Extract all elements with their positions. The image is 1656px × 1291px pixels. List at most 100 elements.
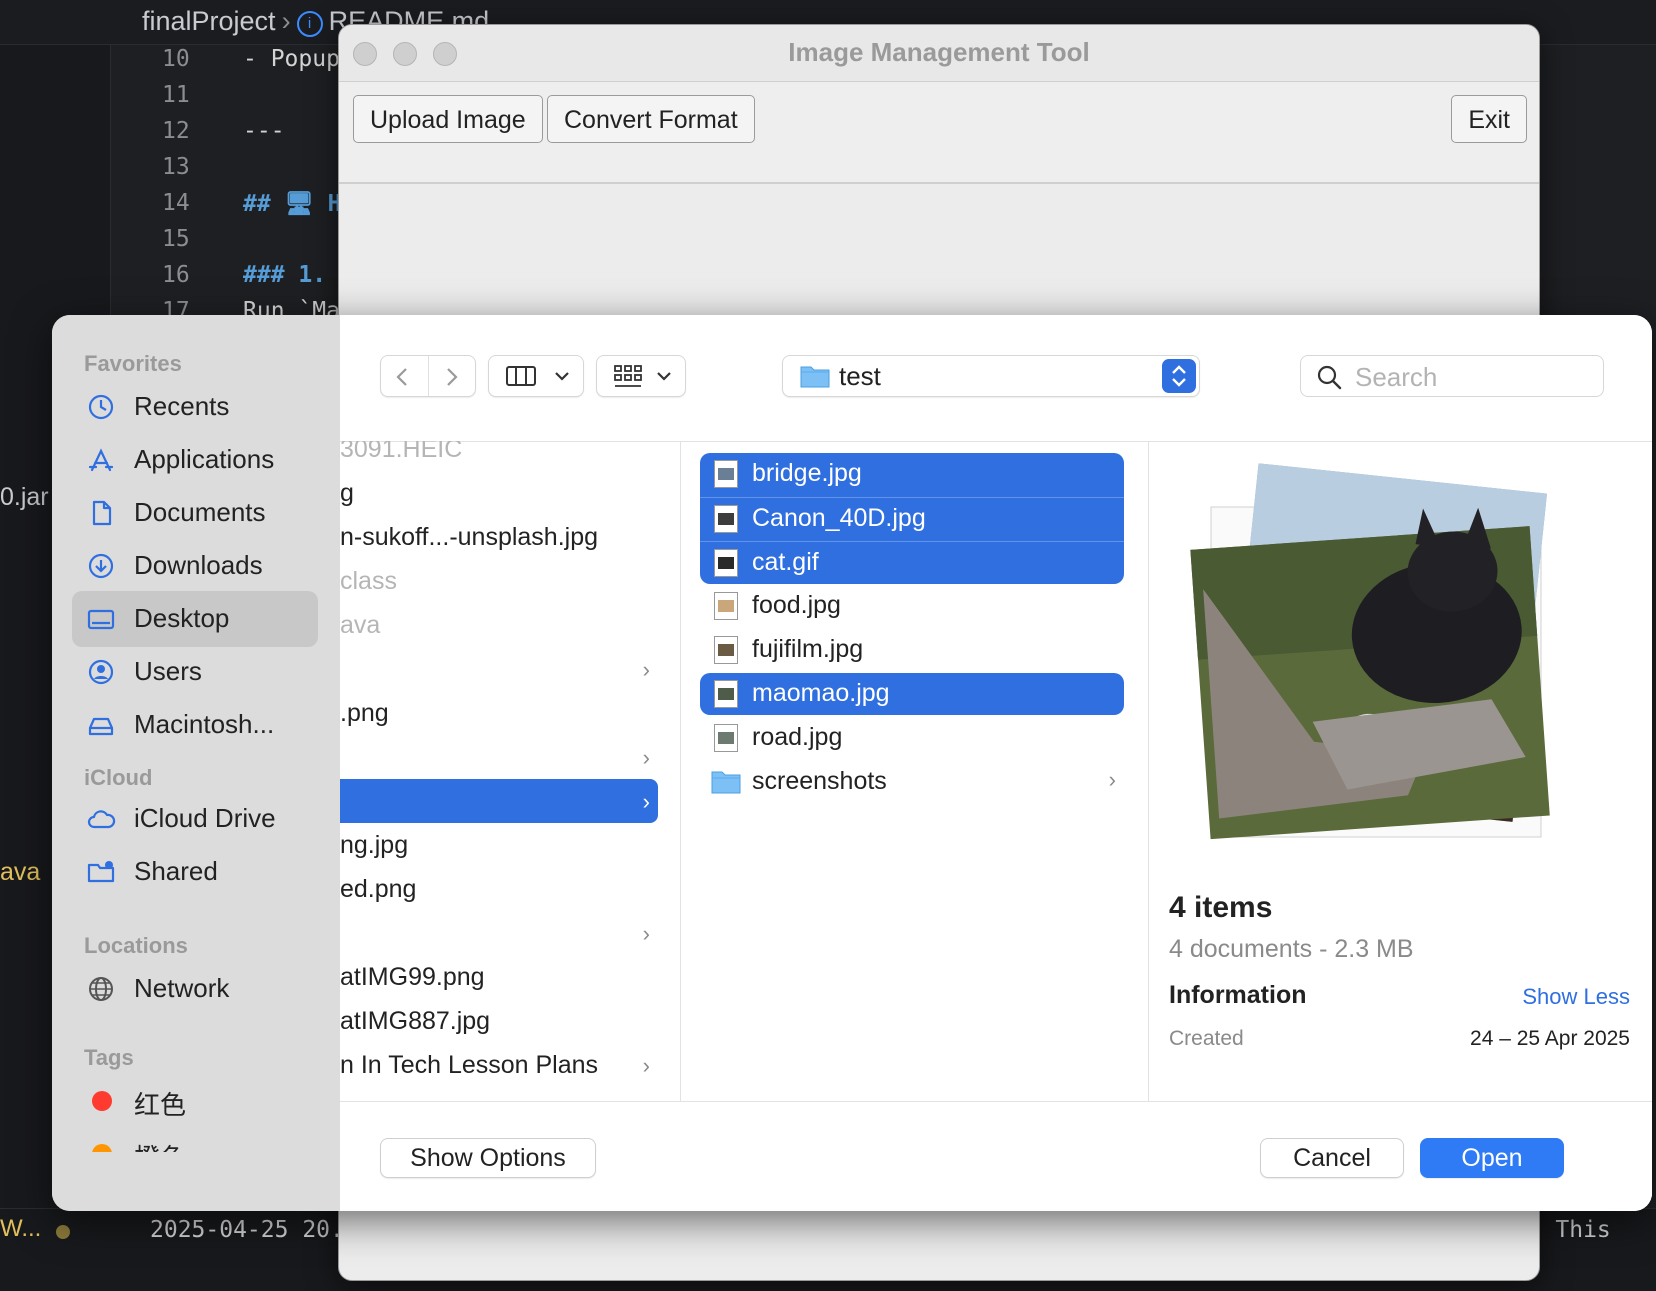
list-item-label: ava [340, 611, 381, 639]
grid-group-icon [614, 365, 642, 387]
search-field[interactable]: Search [1300, 355, 1604, 397]
list-item[interactable]: › [340, 735, 658, 779]
list-item[interactable]: n In Tech Lesson Plans › [340, 1043, 658, 1087]
tags-header: Tags [84, 1045, 134, 1070]
list-item[interactable]: g [340, 471, 658, 515]
sidebar-item-users[interactable]: Users [72, 644, 318, 700]
open-file-dialog: Favorites Recents Applications Documents… [52, 315, 1652, 1211]
show-options-button[interactable]: Show Options [380, 1138, 596, 1178]
tag-dot-icon [92, 1144, 112, 1152]
file-name: bridge.jpg [752, 459, 862, 487]
sidebar-item-network[interactable]: Network [72, 961, 318, 1017]
chevron-right-icon: › [1108, 767, 1116, 792]
nav-buttons [380, 355, 476, 397]
explorer-fragment: 0.jar [0, 483, 49, 511]
sidebar-item-tag-red[interactable]: 红色 [72, 1073, 318, 1129]
file-row[interactable]: road.jpg [700, 717, 1124, 759]
sidebar-item-shared[interactable]: Shared [72, 844, 318, 900]
file-row[interactable]: food.jpg [700, 585, 1124, 627]
file-row[interactable]: fujifilm.jpg [700, 629, 1124, 671]
list-item-label: atIMG99.png [340, 963, 485, 991]
icloud-header: iCloud [84, 765, 153, 790]
line-number: 13 [162, 154, 190, 180]
file-name: Canon_40D.jpg [752, 504, 926, 532]
chevron-right-icon[interactable] [439, 365, 463, 389]
sidebar-item-recents[interactable]: Recents [72, 379, 318, 435]
search-icon [1317, 365, 1342, 390]
info-icon: i [296, 11, 323, 37]
convert-format-button[interactable]: Convert Format [547, 95, 755, 143]
file-name: road.jpg [752, 723, 843, 751]
window-title: Image Management Tool [788, 37, 1090, 67]
favorites-header: Favorites [84, 351, 182, 376]
status-fragment: W... [0, 1215, 42, 1242]
location-label: test [839, 361, 881, 391]
file-row[interactable]: Canon_40D.jpg [700, 497, 1124, 542]
sidebar-item-macintosh-hd[interactable]: Macintosh... [72, 697, 318, 753]
explorer-fragment-java: ava [0, 858, 41, 886]
chevron-right-icon: › [642, 1053, 650, 1078]
list-item[interactable]: .png [340, 691, 658, 735]
breadcrumb-root[interactable]: finalProject [142, 6, 276, 36]
folder-icon [711, 771, 741, 794]
sidebar-item-tag-orange[interactable]: 橙色 [72, 1126, 318, 1152]
sidebar-item-icloud-drive[interactable]: iCloud Drive [72, 791, 318, 847]
file-row[interactable]: bridge.jpg [700, 453, 1124, 497]
open-button[interactable]: Open [1420, 1138, 1564, 1178]
line-number: 16 [162, 262, 190, 288]
sidebar-item-label: Downloads [134, 550, 263, 580]
list-item[interactable]: 3091.HEIC [340, 441, 658, 471]
upload-image-button[interactable]: Upload Image [353, 95, 543, 143]
group-by-button[interactable] [596, 355, 686, 397]
line-number: 15 [162, 226, 190, 252]
image-file-icon [714, 505, 738, 533]
list-item[interactable]: › [340, 647, 658, 691]
window-titlebar[interactable]: Image Management Tool [339, 25, 1539, 82]
applications-icon [88, 448, 114, 472]
image-file-icon [714, 680, 738, 708]
terminal-line: 2025-04-25 20. [150, 1217, 344, 1243]
chevron-right-icon: › [642, 657, 650, 682]
list-item[interactable]: atIMG887.jpg [340, 999, 658, 1043]
document-icon [92, 500, 112, 526]
file-column[interactable]: bridge.jpg Canon_40D.jpg cat.gif food.jpg fu… [680, 441, 1149, 1101]
code-line: ### 1. [243, 262, 327, 288]
parent-column[interactable]: 3091.HEIC g n-sukoff...-unsplash.jpg class a… [340, 441, 681, 1101]
list-item[interactable]: ng.jpg [340, 823, 658, 867]
sidebar-item-downloads[interactable]: Downloads [72, 538, 318, 594]
file-row[interactable]: screenshots › [700, 761, 1124, 803]
list-item[interactable]: › [340, 911, 658, 955]
cancel-button[interactable]: Cancel [1260, 1138, 1404, 1178]
sidebar-item-applications[interactable]: Applications [72, 432, 318, 488]
sidebar-item-label: Shared [134, 856, 218, 886]
dialog-toolbar: test Search [340, 315, 1652, 442]
chevron-right-icon: › [281, 6, 291, 36]
sidebar-item-label: 橙色 [134, 1138, 186, 1152]
list-item-selected[interactable]: › [340, 779, 658, 823]
finder-sidebar: Favorites Recents Applications Documents… [52, 315, 340, 1211]
updown-arrows-icon [1162, 359, 1196, 393]
list-item[interactable]: class [340, 559, 658, 603]
file-row[interactable]: maomao.jpg [700, 673, 1124, 715]
image-file-icon [714, 724, 738, 752]
chevron-left-icon[interactable] [391, 365, 415, 389]
view-mode-button[interactable] [488, 355, 584, 397]
sidebar-item-documents[interactable]: Documents [72, 485, 318, 541]
sidebar-item-label: Users [134, 656, 202, 686]
list-item[interactable]: ed.png [340, 867, 658, 911]
columns-view-icon [506, 366, 536, 386]
list-item[interactable]: n-sukoff...-unsplash.jpg [340, 515, 658, 559]
file-row[interactable]: cat.gif [700, 541, 1124, 584]
list-item[interactable]: atIMG99.png [340, 955, 658, 999]
exit-button[interactable]: Exit [1451, 95, 1527, 143]
sidebar-item-label: Desktop [134, 603, 230, 633]
sidebar-item-desktop[interactable]: Desktop [72, 591, 318, 647]
location-popup[interactable]: test [782, 355, 1200, 397]
list-item[interactable]: ava [340, 603, 658, 647]
preview-pane: 4 items 4 documents - 2.3 MB Information… [1149, 441, 1652, 1101]
show-less-link[interactable]: Show Less [1522, 984, 1630, 1010]
image-file-icon [714, 636, 738, 664]
selection-summary: 4 documents - 2.3 MB [1169, 935, 1414, 963]
sidebar-item-label: Applications [134, 444, 275, 474]
list-item-label: atIMG887.jpg [340, 1007, 491, 1035]
